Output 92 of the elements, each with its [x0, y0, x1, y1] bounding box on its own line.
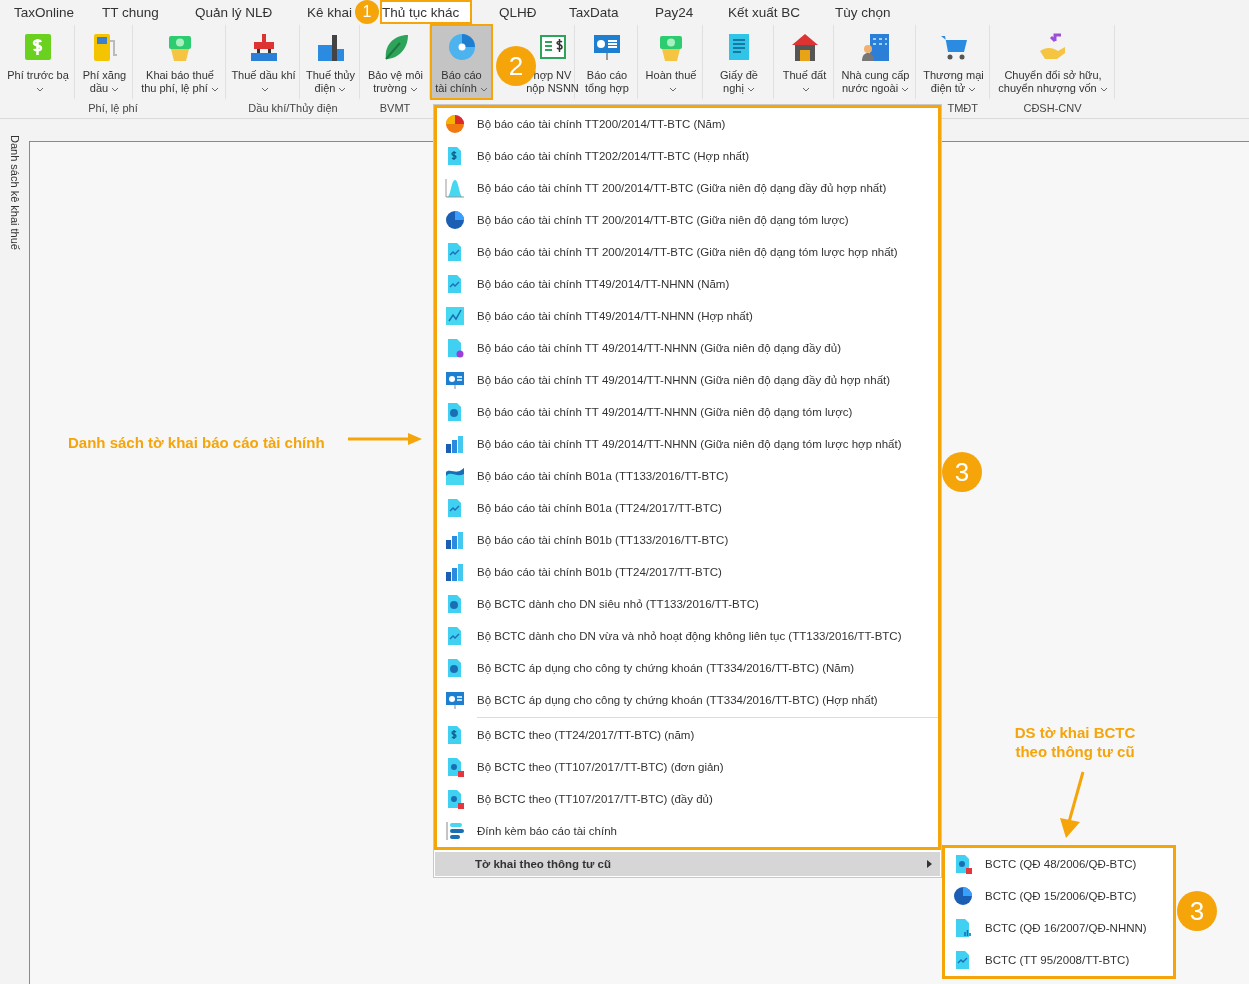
- caret-icon: [479, 86, 488, 92]
- building-icon: [859, 31, 892, 63]
- side-tab[interactable]: Danh sách kê khai thuế: [8, 135, 21, 250]
- group-label: Dầu khí/Thủy điện: [247, 101, 339, 116]
- menu-item[interactable]: BCTC (QĐ 16/2007/QĐ-NHNN): [945, 912, 1173, 944]
- menu-item[interactable]: Bộ báo cáo tài chính B01a (TT133/2016/TT-BTC): [437, 460, 938, 492]
- presentation-icon: [445, 690, 465, 710]
- caret-icon: [746, 86, 755, 92]
- menu-tab[interactable]: Tùy chọn: [830, 0, 896, 24]
- group-label: TMĐT: [946, 101, 979, 116]
- menu-item[interactable]: Bộ báo cáo tài chính TT 49/2014/TT-NHNN (Giữa niên độ dạng tóm lược hợp nhất): [437, 428, 938, 460]
- menu-item[interactable]: Bộ BCTC dành cho DN vừa và nhỏ hoạt động không liên tục (TT133/2016/TT-BTC): [437, 620, 938, 652]
- arrow-icon: [348, 432, 422, 446]
- menu-tab[interactable]: Kê khai: [302, 0, 358, 24]
- ribbon-button[interactable]: Thuế dầu khí: [226, 24, 300, 100]
- menu-item[interactable]: Bộ báo cáo tài chính TT 200/2014/TT-BTC (Giữa niên độ dạng đầy đủ hợp nhất): [437, 172, 938, 204]
- caret-icon: [1099, 86, 1108, 92]
- caret-icon: [35, 86, 44, 92]
- menu-item[interactable]: Bộ BCTC theo (TT107/2017/TT-BTC) (đơn giản): [437, 751, 938, 783]
- menu-item[interactable]: Bộ báo cáo tài chính TT 200/2014/TT-BTC (Giữa niên độ dạng tóm lược): [437, 204, 938, 236]
- menu-item[interactable]: Bộ báo cáo tài chính TT 200/2014/TT-BTC (Giữa niên độ dạng tóm lược hợp nhất): [437, 236, 938, 268]
- annotation-text: Danh sách tờ khai báo cáo tài chính: [68, 434, 325, 451]
- menu-item[interactable]: Bộ báo cáo tài chính TT 49/2014/TT-NHNN (Giữa niên độ dạng đầy đủ hợp nhất): [437, 364, 938, 396]
- menu-item[interactable]: Bộ báo cáo tài chính TT200/2014/TT-BTC (Năm): [437, 108, 938, 140]
- caret-icon: [668, 86, 677, 92]
- annotation-text: DS tờ khai BCTC theo thông tư cũ: [1013, 723, 1137, 761]
- menu-item[interactable]: Bộ báo cáo tài chính TT 49/2014/TT-NHNN (Giữa niên độ dạng tóm lược): [437, 396, 938, 428]
- menu-item[interactable]: Bộ báo cáo tài chính B01b (TT24/2017/TT-BTC): [437, 556, 938, 588]
- area-chart-icon: [445, 466, 465, 486]
- menu-tab[interactable]: TaxData: [564, 0, 624, 24]
- menu-tab[interactable]: Pay24: [650, 0, 699, 24]
- caret-icon: [968, 86, 977, 92]
- menu-tab[interactable]: Quản lý NLĐ: [190, 0, 278, 24]
- ribbon-button[interactable]: Chuyển đổi sở hữu, chuyển nhượng vốn: [990, 24, 1115, 100]
- menu-item[interactable]: Bộ BCTC theo (TT24/2017/TT-BTC) (năm): [437, 719, 938, 751]
- menu-item[interactable]: Bộ báo cáo tài chính TT49/2014/TT-NHNN (Hợp nhất): [437, 300, 938, 332]
- caret-icon: [111, 86, 120, 92]
- document-icon: [445, 757, 465, 777]
- ribbon-button[interactable]: Thuế đất: [774, 24, 834, 100]
- presentation-icon: [445, 370, 465, 390]
- ribbon-button[interactable]: Thương mại điện tử: [916, 24, 990, 100]
- ribbon-button[interactable]: Phí xăng dầu: [75, 24, 133, 100]
- document-icon: [445, 789, 465, 809]
- bar-chart-icon: [445, 562, 465, 582]
- group-label: BVMT: [378, 101, 412, 116]
- ribbon-button[interactable]: Thuế thủy điện: [300, 24, 360, 100]
- menu-item[interactable]: Bộ báo cáo tài chính B01a (TT24/2017/TT-BTC): [437, 492, 938, 524]
- caret-icon: [261, 86, 269, 92]
- ribbon-button[interactable]: Giấy đề nghị: [703, 24, 774, 100]
- group-label: Phí, lệ phí: [87, 101, 139, 116]
- document-icon: [953, 854, 973, 874]
- menu-item[interactable]: Bộ báo cáo tài chính TT202/2014/TT-BTC (Hợp nhất): [437, 140, 938, 172]
- group-label: CĐSH-CNV: [1022, 101, 1083, 116]
- menu-item[interactable]: BCTC (TT 95/2008/TT-BTC): [945, 944, 1173, 976]
- menu-item[interactable]: Bộ BCTC theo (TT107/2017/TT-BTC) (đầy đủ): [437, 783, 938, 815]
- ribbon-button[interactable]: Nhà cung cấp nước ngoài: [834, 24, 916, 100]
- menu-item[interactable]: Bộ BCTC áp dụng cho công ty chứng khoán (TT334/2016/TT-BTC) (Năm): [437, 652, 938, 684]
- menu-item[interactable]: BCTC (QĐ 48/2006/QĐ-BTC): [945, 848, 1173, 880]
- document-icon: [445, 338, 465, 358]
- menu-tab[interactable]: TaxOnline: [9, 0, 80, 24]
- ribbon-button[interactable]: Báo cáo tài chính: [430, 24, 493, 100]
- caret-icon: [338, 86, 347, 92]
- caret-icon: [409, 86, 418, 92]
- submenu-arrow-icon: [927, 860, 932, 868]
- pie-chart-icon: [445, 114, 465, 134]
- caret-icon: [802, 86, 810, 92]
- menu-tab[interactable]: Thủ tục khác: [380, 0, 473, 24]
- caret-icon: [901, 86, 910, 92]
- caret-icon: [210, 86, 219, 92]
- menu-tab[interactable]: QLHĐ: [494, 0, 542, 24]
- submenu-item[interactable]: Tờ khai theo thông tư cũ: [435, 852, 940, 876]
- pie-chart-icon: [445, 210, 465, 230]
- ribbon-button[interactable]: Hoàn thuế: [638, 24, 703, 100]
- menu-tab[interactable]: Kết xuất BC: [723, 0, 806, 24]
- menu-item[interactable]: BCTC (QĐ 15/2006/QĐ-BTC): [945, 880, 1173, 912]
- pie-chart-icon: [953, 886, 973, 906]
- ribbon-button[interactable]: Khai báo thuế thu phí, lệ phí: [133, 24, 226, 100]
- menu-item[interactable]: Bộ báo cáo tài chính B01b (TT133/2016/TT-BTC): [437, 524, 938, 556]
- menu-tab[interactable]: TT chung: [97, 0, 164, 24]
- menu-item[interactable]: Bộ báo cáo tài chính TT49/2014/TT-NHNN (Năm): [437, 268, 938, 300]
- document-chart-icon: [953, 918, 973, 938]
- bar-chart-icon: [445, 530, 465, 550]
- list-icon: [445, 821, 465, 841]
- menu-item[interactable]: Đính kèm báo cáo tài chính: [437, 815, 938, 847]
- area-chart-icon: [445, 178, 465, 198]
- dollar-icon: [22, 31, 54, 63]
- bar-chart-icon: [445, 434, 465, 454]
- menu-item[interactable]: Bộ báo cáo tài chính TT 49/2014/TT-NHNN (Giữa niên độ dạng đầy đủ): [437, 332, 938, 364]
- line-chart-icon: [445, 306, 465, 326]
- ribbon-button[interactable]: Phí trước bạ: [0, 24, 75, 100]
- menu-item[interactable]: Bộ BCTC áp dụng cho công ty chứng khoán (TT334/2016/TT-BTC) (Hợp nhất): [437, 684, 938, 716]
- menu-item[interactable]: Bộ BCTC dành cho DN siêu nhỏ (TT133/2016/TT-BTC): [437, 588, 938, 620]
